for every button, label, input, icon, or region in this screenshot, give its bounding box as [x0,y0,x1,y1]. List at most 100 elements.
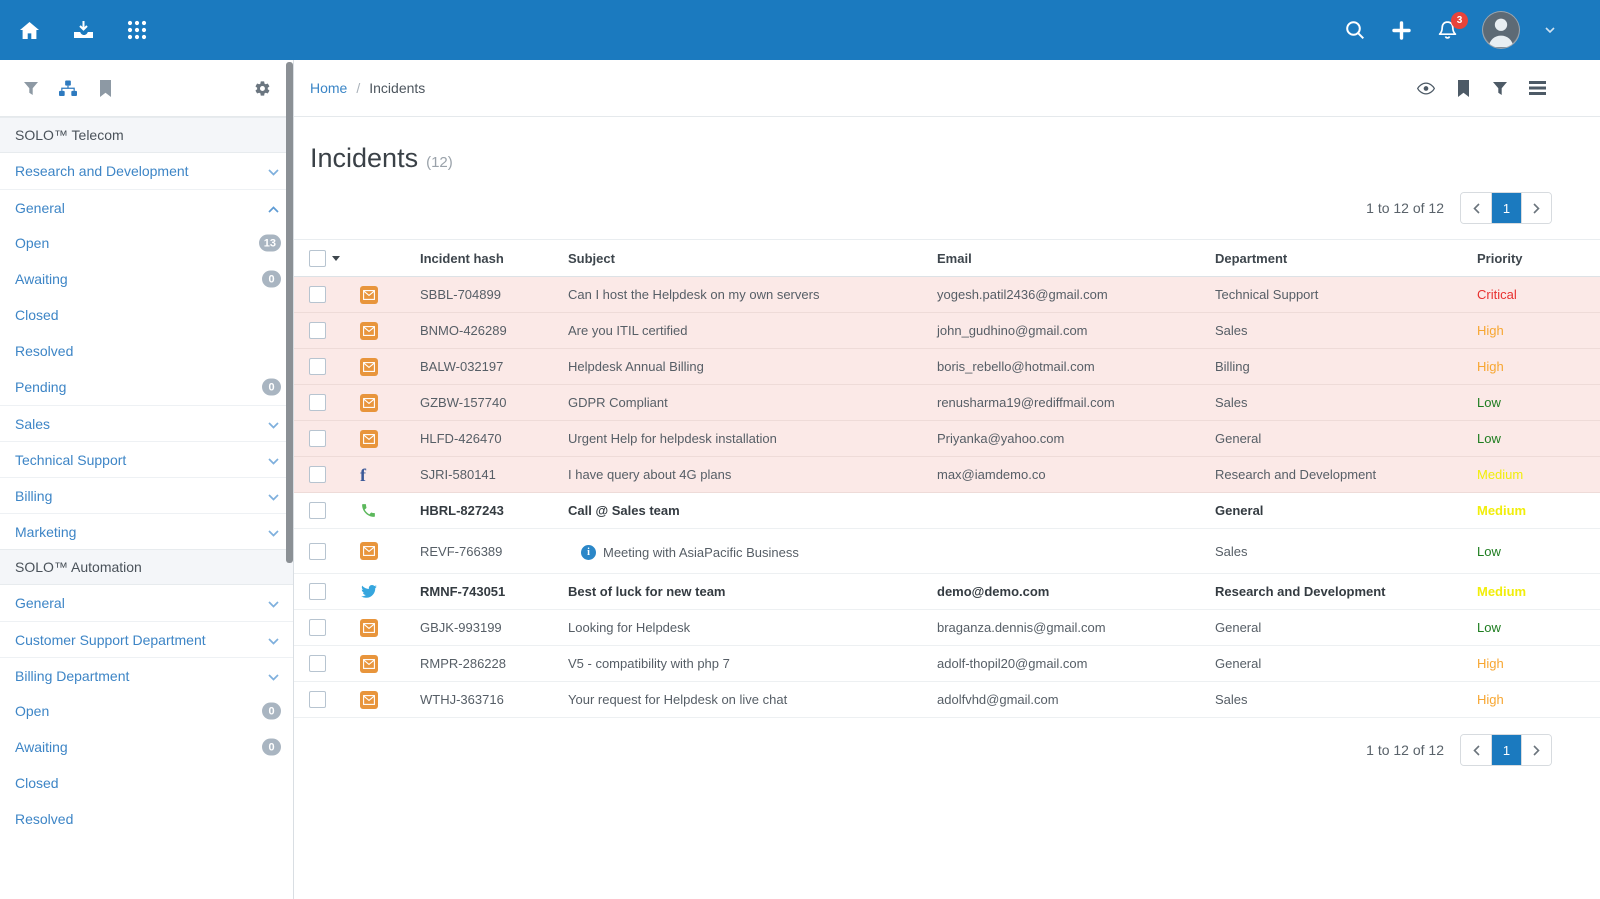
incident-subject-link[interactable]: Call @ Sales team [568,503,680,518]
menu-icon[interactable] [1528,79,1546,97]
sidebar-item-closed[interactable]: Closed [0,297,293,333]
sidebar-item-open[interactable]: Open13 [0,225,293,261]
incident-subject-link[interactable]: Your request for Helpdesk on live chat [568,692,787,707]
row-checkbox[interactable] [309,543,326,560]
incident-subject-link[interactable]: Can I host the Helpdesk on my own server… [568,287,819,302]
chevron-down-icon[interactable] [268,452,279,468]
column-incident-hash[interactable]: Incident hash [398,240,568,277]
row-checkbox[interactable] [309,430,326,447]
sitemap-icon[interactable] [59,79,77,97]
incident-subject-link[interactable]: V5 - compatibility with php 7 [568,656,730,671]
sidebar-item-billing[interactable]: Billing [0,477,293,513]
sidebar-item-sales[interactable]: Sales [0,405,293,441]
chevron-down-icon[interactable] [268,632,279,648]
page-number-button[interactable]: 1 [1491,735,1521,765]
incident-hash[interactable]: GBJK-993199 [398,610,568,646]
notifications-bell-icon[interactable]: 3 [1436,19,1458,41]
sidebar-item-technical-support[interactable]: Technical Support [0,441,293,477]
settings-gear-icon[interactable] [253,79,271,97]
incident-row[interactable]: RMPR-286228V5 - compatibility with php 7… [294,646,1600,682]
filter-icon[interactable] [1491,79,1509,97]
sidebar-item-resolved[interactable]: Resolved [0,801,293,837]
downloads-icon[interactable] [72,19,94,41]
incident-subject-link[interactable]: GDPR Compliant [568,395,668,410]
sidebar-item-closed[interactable]: Closed [0,765,293,801]
bookmark-icon[interactable] [1454,79,1472,97]
incident-hash[interactable]: RMPR-286228 [398,646,568,682]
chevron-down-icon[interactable] [268,488,279,504]
chevron-down-icon[interactable] [268,524,279,540]
bookmark-icon[interactable] [96,79,114,97]
sidebar-item-billing-department[interactable]: Billing Department [0,657,293,693]
sidebar-item-pending[interactable]: Pending0 [0,369,293,405]
chevron-up-icon[interactable] [268,200,279,216]
incident-hash[interactable]: BNMO-426289 [398,313,568,349]
breadcrumb-home-link[interactable]: Home [310,80,347,96]
eye-icon[interactable] [1417,79,1435,97]
row-checkbox[interactable] [309,691,326,708]
column-email[interactable]: Email [916,240,1194,277]
avatar[interactable] [1482,11,1520,49]
row-checkbox[interactable] [309,286,326,303]
incident-row[interactable]: HLFD-426470Urgent Help for helpdesk inst… [294,421,1600,457]
incident-row[interactable]: SBBL-704899Can I host the Helpdesk on my… [294,277,1600,313]
row-checkbox[interactable] [309,502,326,519]
add-icon[interactable] [1390,19,1412,41]
incident-row[interactable]: WTHJ-363716Your request for Helpdesk on … [294,682,1600,718]
page-number-button[interactable]: 1 [1491,193,1521,223]
sidebar-item-general[interactable]: General [0,585,293,621]
chevron-down-icon[interactable] [268,595,279,611]
sidebar-item-open[interactable]: Open0 [0,693,293,729]
sidebar-item-customer-support-department[interactable]: Customer Support Department [0,621,293,657]
column-priority[interactable]: Priority [1456,240,1600,277]
incident-row[interactable]: fSJRI-580141I have query about 4G plansm… [294,457,1600,493]
next-page-button[interactable] [1521,193,1551,223]
sidebar-scrollbar[interactable] [286,62,293,563]
incident-hash[interactable]: HBRL-827243 [398,493,568,529]
incident-row[interactable]: BNMO-426289Are you ITIL certifiedjohn_gu… [294,313,1600,349]
incident-subject-link[interactable]: I have query about 4G plans [568,467,731,482]
incident-subject-link[interactable]: Looking for Helpdesk [568,620,690,635]
incident-hash[interactable]: BALW-032197 [398,349,568,385]
incident-hash[interactable]: REVF-766389 [398,529,568,574]
column-subject[interactable]: Subject [568,240,916,277]
incident-row[interactable]: RMNF-743051Best of luck for new teamdemo… [294,574,1600,610]
row-checkbox[interactable] [309,583,326,600]
select-all-checkbox[interactable] [309,250,326,267]
home-icon[interactable] [18,19,40,41]
sidebar-item-research-and-development[interactable]: Research and Development [0,153,293,189]
incident-hash[interactable]: SJRI-580141 [398,457,568,493]
incident-hash[interactable]: WTHJ-363716 [398,682,568,718]
row-checkbox[interactable] [309,394,326,411]
row-checkbox[interactable] [309,619,326,636]
chevron-down-icon[interactable] [268,163,279,179]
incident-row[interactable]: BALW-032197Helpdesk Annual Billingboris_… [294,349,1600,385]
sidebar-item-general[interactable]: General [0,189,293,225]
select-menu-caret-icon[interactable] [332,256,340,261]
sidebar-item-marketing[interactable]: Marketing [0,513,293,549]
incident-row[interactable]: GZBW-157740GDPR Compliantrenusharma19@re… [294,385,1600,421]
incident-subject-link[interactable]: Urgent Help for helpdesk installation [568,431,777,446]
next-page-button[interactable] [1521,735,1551,765]
apps-grid-icon[interactable] [126,19,148,41]
incident-hash[interactable]: HLFD-426470 [398,421,568,457]
incident-subject-link[interactable]: Meeting with AsiaPacific Business [603,545,799,560]
search-icon[interactable] [1344,19,1366,41]
prev-page-button[interactable] [1461,735,1491,765]
incident-hash[interactable]: SBBL-704899 [398,277,568,313]
column-department[interactable]: Department [1194,240,1456,277]
filter-icon[interactable] [22,79,40,97]
chevron-down-icon[interactable] [268,416,279,432]
row-checkbox[interactable] [309,322,326,339]
row-checkbox[interactable] [309,655,326,672]
incident-row[interactable]: GBJK-993199Looking for Helpdeskbraganza.… [294,610,1600,646]
row-checkbox[interactable] [309,466,326,483]
incident-row[interactable]: HBRL-827243Call @ Sales teamGeneralMediu… [294,493,1600,529]
chevron-down-icon[interactable] [268,668,279,684]
incident-hash[interactable]: GZBW-157740 [398,385,568,421]
sidebar-item-resolved[interactable]: Resolved [0,333,293,369]
incident-subject-link[interactable]: Best of luck for new team [568,584,725,599]
sidebar-item-awaiting[interactable]: Awaiting0 [0,261,293,297]
incident-hash[interactable]: RMNF-743051 [398,574,568,610]
incident-subject-link[interactable]: Are you ITIL certified [568,323,687,338]
